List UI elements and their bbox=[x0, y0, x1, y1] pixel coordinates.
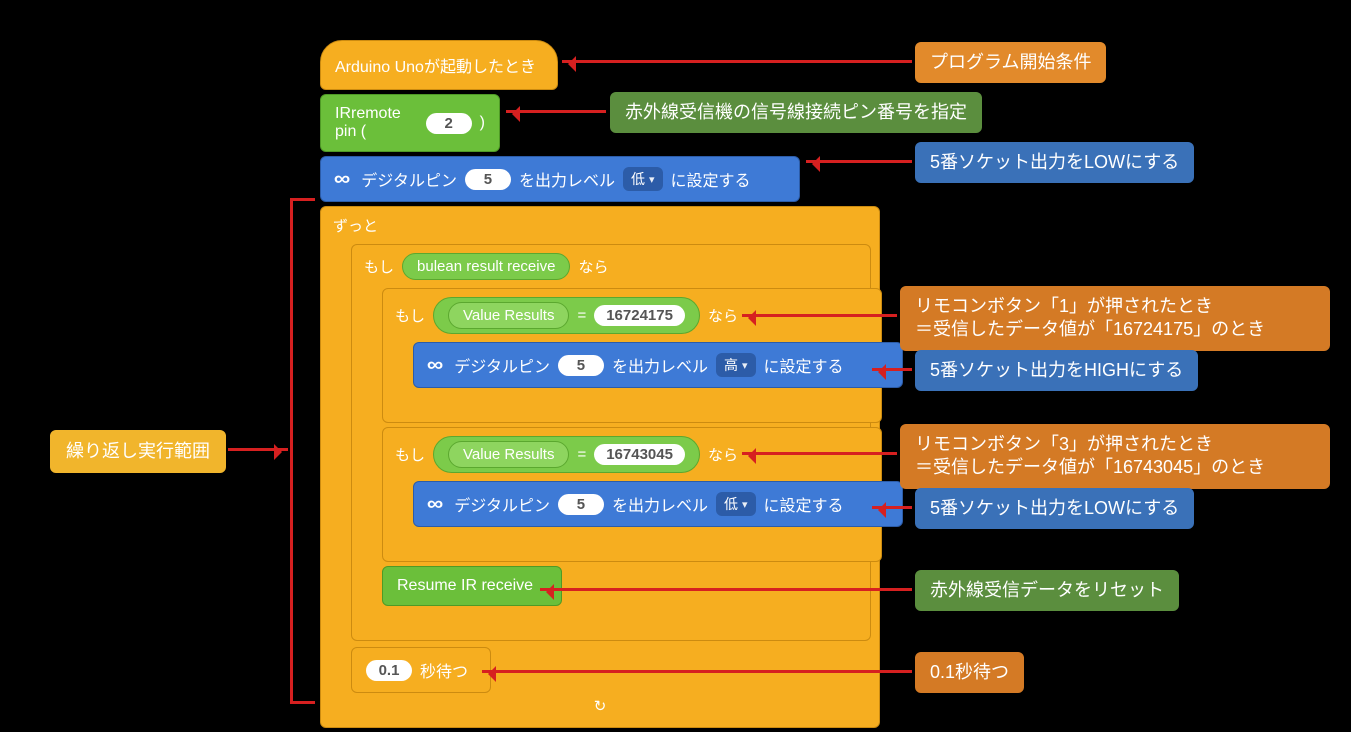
if-value2-eq: = bbox=[577, 446, 586, 463]
anno-resume: 赤外線受信データをリセット bbox=[915, 570, 1179, 611]
arrow bbox=[742, 452, 897, 455]
anno-irpin: 赤外線受信機の信号線接続ピン番号を指定 bbox=[610, 92, 982, 133]
anno-dp-high-text: 5番ソケット出力をHIGHにする bbox=[930, 360, 1183, 380]
if-value2-block[interactable]: もし Value Results = 16743045 なら bbox=[382, 427, 882, 562]
digital-pin-init-block[interactable]: ∞ デジタルピン 5 を出力レベル 低 に設定する bbox=[320, 156, 800, 202]
if-value1-then: なら bbox=[708, 305, 738, 326]
if-value2-rhs-input[interactable]: 16743045 bbox=[594, 444, 685, 465]
arduino-icon: ∞ bbox=[427, 493, 443, 516]
arrow bbox=[562, 60, 912, 63]
arrow bbox=[482, 670, 912, 673]
anno-dp-low2: 5番ソケット出力をLOWにする bbox=[915, 488, 1194, 529]
if-receive-cond[interactable]: bulean result receive bbox=[402, 253, 570, 280]
anno-irpin-text: 赤外線受信機の信号線接続ピン番号を指定 bbox=[625, 102, 967, 122]
digital-pin-high-block[interactable]: ∞ デジタルピン 5 を出力レベル 高 に設定する bbox=[413, 342, 903, 388]
loop-bracket bbox=[290, 198, 315, 704]
dp-low2-t2: を出力レベル bbox=[612, 492, 708, 516]
dp-high-t2: を出力レベル bbox=[612, 353, 708, 377]
anno-value2-l1: リモコンボタン「3」が押されたとき bbox=[915, 434, 1213, 454]
anno-value1: リモコンボタン「1」が押されたとき ＝受信したデータ値が「16724175」のと… bbox=[900, 286, 1330, 351]
anno-wait: 0.1秒待つ bbox=[915, 652, 1024, 693]
irremote-pin-input[interactable]: 2 bbox=[426, 113, 472, 134]
anno-dp-init: 5番ソケット出力をLOWにする bbox=[915, 142, 1194, 183]
dp-low2-t1: デジタルピン bbox=[454, 492, 550, 516]
dp-high-t1: デジタルピン bbox=[454, 353, 550, 377]
arrow bbox=[806, 160, 912, 163]
if-value2-lhs[interactable]: Value Results bbox=[448, 441, 569, 468]
anno-start: プログラム開始条件 bbox=[915, 42, 1106, 83]
if-value2-if: もし bbox=[395, 444, 425, 465]
arrow bbox=[872, 506, 912, 509]
wait-label: 秒待つ bbox=[420, 658, 468, 682]
if-value2-cond-wrap[interactable]: Value Results = 16743045 bbox=[433, 436, 700, 473]
loop-icon bbox=[594, 697, 607, 715]
arrow bbox=[506, 110, 606, 113]
dp-high-t3: に設定する bbox=[764, 353, 844, 377]
dp-init-t2: を出力レベル bbox=[519, 167, 615, 191]
if-receive-block[interactable]: もし bulean result receive なら もし Value Res… bbox=[351, 244, 871, 641]
digital-pin-low2-block[interactable]: ∞ デジタルピン 5 を出力レベル 低 に設定する bbox=[413, 481, 903, 527]
dp-init-t3: に設定する bbox=[671, 167, 751, 191]
if-value1-rhs-input[interactable]: 16724175 bbox=[594, 305, 685, 326]
anno-dp-high: 5番ソケット出力をHIGHにする bbox=[915, 350, 1198, 391]
if-value2-then: なら bbox=[708, 444, 738, 465]
anno-dp-low2-text: 5番ソケット出力をLOWにする bbox=[930, 498, 1179, 518]
dp-low2-t3: に設定する bbox=[764, 492, 844, 516]
block-program: Arduino Unoが起動したとき IRremote pin ( 2 ) ∞ … bbox=[320, 40, 880, 732]
anno-resume-text: 赤外線受信データをリセット bbox=[930, 580, 1164, 600]
wait-value-input[interactable]: 0.1 bbox=[366, 660, 412, 681]
arrow bbox=[872, 368, 912, 371]
if-value1-block[interactable]: もし Value Results = 16724175 なら bbox=[382, 288, 882, 423]
arrow bbox=[228, 448, 288, 451]
if-value1-cond-wrap[interactable]: Value Results = 16724175 bbox=[433, 297, 700, 334]
event-hat-block[interactable]: Arduino Unoが起動したとき bbox=[320, 40, 558, 90]
if-value1-lhs[interactable]: Value Results bbox=[448, 302, 569, 329]
anno-value2-l2: ＝受信したデータ値が「16743045」のとき bbox=[915, 457, 1265, 477]
anno-loop-range-text: 繰り返し実行範囲 bbox=[66, 441, 210, 461]
forever-block[interactable]: ずっと もし bulean result receive なら もし bbox=[320, 206, 880, 728]
if-value1-eq: = bbox=[577, 307, 586, 324]
wait-block[interactable]: 0.1 秒待つ bbox=[351, 647, 491, 693]
arrow bbox=[540, 588, 912, 591]
if-value1-if: もし bbox=[395, 305, 425, 326]
anno-dp-init-text: 5番ソケット出力をLOWにする bbox=[930, 152, 1179, 172]
anno-start-text: プログラム開始条件 bbox=[930, 52, 1091, 72]
forever-label: ずっと bbox=[333, 215, 378, 236]
irremote-prefix: IRremote pin ( bbox=[335, 105, 418, 141]
if-receive-then: なら bbox=[578, 256, 608, 277]
anno-value1-l2: ＝受信したデータ値が「16724175」のとき bbox=[915, 319, 1265, 339]
event-hat-label: Arduino Unoが起動したとき bbox=[335, 53, 536, 77]
irremote-pin-block[interactable]: IRremote pin ( 2 ) bbox=[320, 94, 500, 152]
arduino-icon: ∞ bbox=[427, 354, 443, 377]
anno-loop-range: 繰り返し実行範囲 bbox=[50, 430, 226, 473]
anno-value2: リモコンボタン「3」が押されたとき ＝受信したデータ値が「16743045」のと… bbox=[900, 424, 1330, 489]
anno-value1-l1: リモコンボタン「1」が押されたとき bbox=[915, 296, 1213, 316]
arduino-icon: ∞ bbox=[334, 168, 350, 191]
dp-init-level-dropdown[interactable]: 低 bbox=[623, 167, 663, 191]
anno-wait-text: 0.1秒待つ bbox=[930, 662, 1009, 682]
dp-high-level-dropdown[interactable]: 高 bbox=[716, 353, 756, 377]
dp-init-t1: デジタルピン bbox=[361, 167, 457, 191]
irremote-suffix: ) bbox=[480, 114, 485, 132]
if-receive-if: もし bbox=[364, 256, 394, 277]
dp-init-pin-input[interactable]: 5 bbox=[465, 169, 511, 190]
dp-low2-level-dropdown[interactable]: 低 bbox=[716, 492, 756, 516]
arrow bbox=[742, 314, 897, 317]
resume-ir-label: Resume IR receive bbox=[397, 577, 533, 595]
dp-high-pin-input[interactable]: 5 bbox=[558, 355, 604, 376]
dp-low2-pin-input[interactable]: 5 bbox=[558, 494, 604, 515]
resume-ir-block[interactable]: Resume IR receive bbox=[382, 566, 562, 606]
